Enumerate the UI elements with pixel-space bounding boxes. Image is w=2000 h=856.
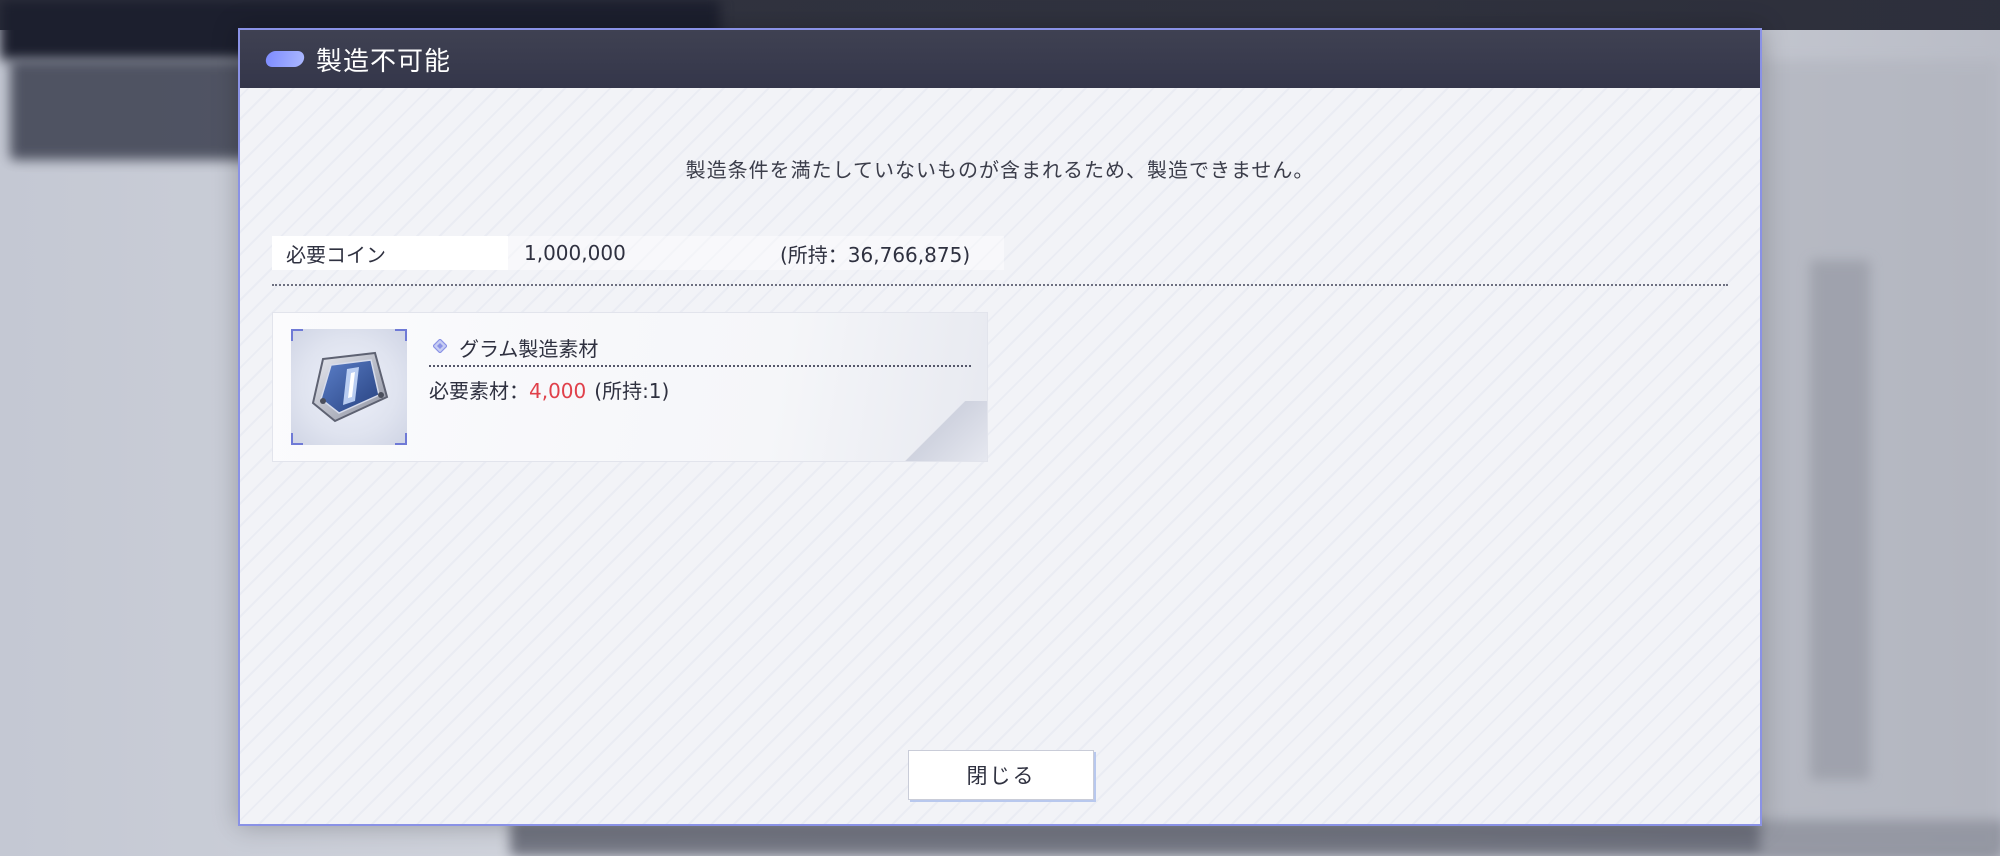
required-coins-label: 必要コイン: [272, 236, 508, 270]
close-button[interactable]: 閉じる: [908, 750, 1094, 800]
craft-unavailable-dialog: 製造不可能 製造条件を満たしていないものが含まれるため、製造できません。 必要コ…: [238, 28, 1762, 826]
required-coins-value-box: 1,000,000 (所持：36,766,875): [508, 236, 1004, 270]
card-corner-decoration: [897, 401, 987, 461]
owned-material-value: (所持:1): [594, 379, 670, 403]
dialog-title: 製造不可能: [316, 46, 452, 77]
material-divider: [429, 365, 971, 367]
material-card: グラム製造素材 必要素材： 4,000 (所持:1): [272, 312, 988, 462]
required-coins-value: 1,000,000: [524, 241, 626, 265]
rarity-diamond-icon: [433, 339, 447, 353]
background-right-column: [1810, 260, 1870, 780]
material-icon-frame[interactable]: [291, 329, 407, 445]
dialog-message: 製造条件を満たしていないものが含まれるため、製造できません。: [685, 158, 1315, 182]
header-pill-icon: [264, 51, 306, 67]
gram-material-box-icon: [311, 351, 389, 423]
required-material-value: 4,000: [529, 379, 587, 403]
background-left-panel: [10, 60, 260, 160]
required-material-label: 必要素材：: [429, 379, 529, 403]
owned-coins-value: (所持：36,766,875): [780, 242, 971, 267]
section-divider: [272, 284, 1728, 286]
dialog-header: 製造不可能: [240, 30, 1760, 88]
required-coins-row: 必要コイン 1,000,000 (所持：36,766,875): [272, 236, 1004, 270]
background-right-panel: [1760, 60, 2000, 856]
material-requirement: 必要素材： 4,000 (所持:1): [429, 375, 669, 404]
material-name: グラム製造素材: [459, 337, 599, 361]
